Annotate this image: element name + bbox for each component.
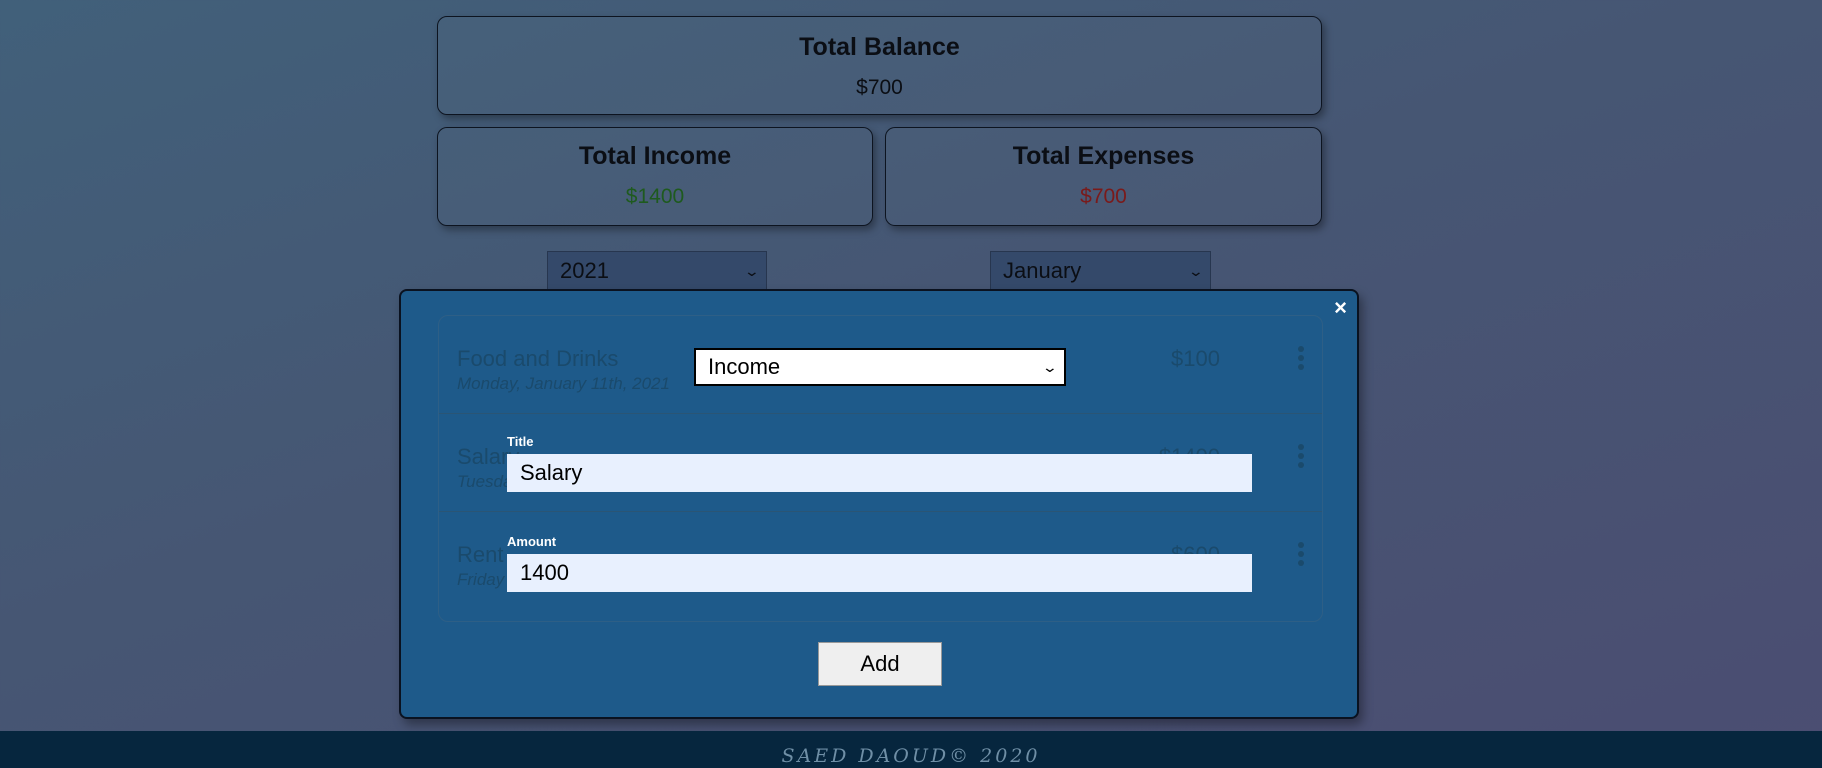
total-balance-value: $700 bbox=[856, 76, 903, 99]
total-balance-title: Total Balance bbox=[799, 33, 960, 61]
chevron-down-icon: ⌄ bbox=[743, 263, 761, 279]
total-income-card: Total Income $1400 bbox=[437, 127, 873, 226]
transaction-title: Food and Drinks bbox=[457, 346, 619, 371]
close-icon[interactable]: × bbox=[1334, 295, 1347, 321]
title-label: Title bbox=[507, 434, 534, 449]
transaction-amount: $100 bbox=[1171, 346, 1220, 371]
total-income-title: Total Income bbox=[578, 142, 732, 170]
total-balance-card: Total Balance $700 bbox=[437, 16, 1322, 115]
total-expenses-title: Total Expenses bbox=[1012, 142, 1195, 170]
add-button[interactable]: Add bbox=[818, 642, 942, 686]
month-select-value: January bbox=[1003, 258, 1082, 283]
more-vertical-icon[interactable] bbox=[1298, 444, 1304, 471]
footer: SAED DAOUD© 2020 bbox=[0, 731, 1822, 768]
total-income-value: $1400 bbox=[625, 185, 685, 208]
chevron-down-icon: ⌄ bbox=[1187, 263, 1205, 279]
year-select[interactable]: 2021 ⌄ bbox=[547, 251, 767, 291]
transaction-type-select[interactable]: Income ⌄ bbox=[694, 348, 1066, 386]
total-expenses-card: Total Expenses $700 bbox=[885, 127, 1322, 226]
month-select[interactable]: January ⌄ bbox=[990, 251, 1211, 291]
transaction-title: Rent bbox=[457, 542, 504, 567]
more-vertical-icon[interactable] bbox=[1298, 346, 1304, 373]
amount-label: Amount bbox=[507, 534, 557, 549]
more-vertical-icon[interactable] bbox=[1298, 542, 1304, 569]
transaction-type-value: Income bbox=[708, 354, 781, 379]
transaction-date: Friday bbox=[457, 570, 505, 589]
total-expenses-value: $700 bbox=[1080, 185, 1127, 208]
add-transaction-modal: × Food and Drinks Monday, January 11th, … bbox=[399, 289, 1359, 719]
title-input[interactable]: Salary bbox=[507, 454, 1252, 492]
transaction-date: Monday, January 11th, 2021 bbox=[457, 374, 670, 393]
footer-copyright: SAED DAOUD© 2020 bbox=[781, 745, 1041, 767]
chevron-down-icon: ⌄ bbox=[1041, 359, 1059, 375]
amount-input[interactable]: 1400 bbox=[507, 554, 1252, 592]
year-select-value: 2021 bbox=[560, 258, 609, 283]
